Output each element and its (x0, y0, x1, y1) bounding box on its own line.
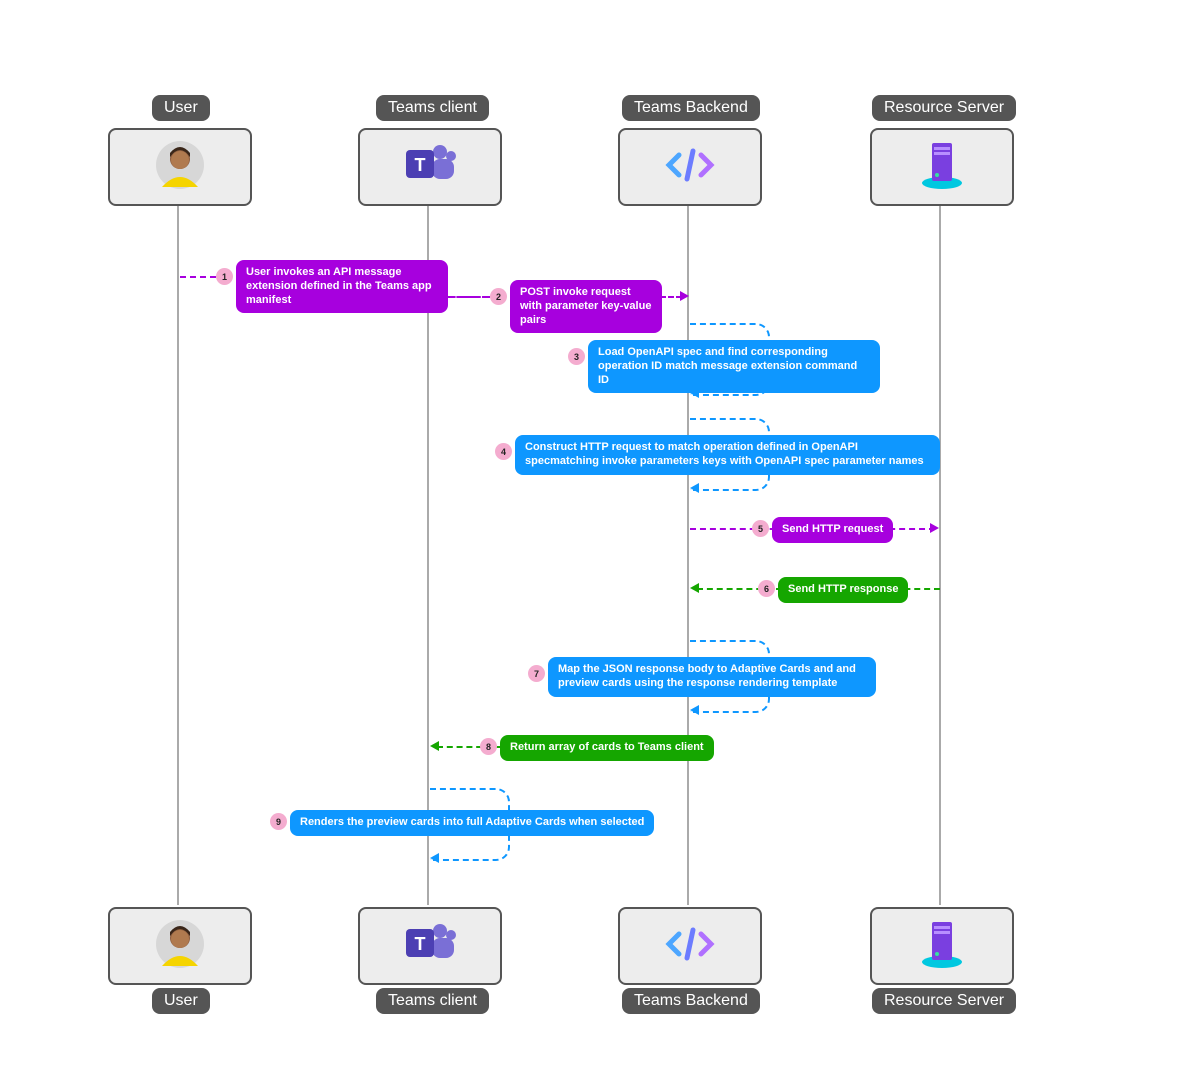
teams-icon: T (402, 919, 458, 974)
server-icon (916, 137, 968, 198)
server-icon (916, 916, 968, 977)
step-5-arrowhead (930, 523, 939, 533)
teams-icon: T (402, 140, 458, 195)
box-server-bottom (870, 907, 1014, 985)
box-client-bottom: T (358, 907, 502, 985)
user-avatar-icon (154, 139, 206, 196)
label-server-top: Resource Server (872, 95, 1016, 121)
step-2-arrowhead (680, 291, 689, 301)
lifeline-user (177, 205, 179, 905)
step-7-num: 7 (528, 665, 545, 682)
step-3-box: Load OpenAPI spec and find corresponding… (588, 340, 880, 393)
label-backend-top: Teams Backend (622, 95, 760, 121)
step-5-box: Send HTTP request (772, 517, 893, 543)
step-8-num: 8 (480, 738, 497, 755)
step-9-arrowhead (430, 853, 439, 863)
label-client-top: Teams client (376, 95, 489, 121)
step-6-num: 6 (758, 580, 775, 597)
label-client-bottom: Teams client (376, 988, 489, 1014)
step-7-box: Map the JSON response body to Adaptive C… (548, 657, 876, 697)
step-2-num: 2 (490, 288, 507, 305)
box-user-top (108, 128, 252, 206)
step-1-num: 1 (216, 268, 233, 285)
box-server-top (870, 128, 1014, 206)
label-user-bottom: User (152, 988, 210, 1014)
step-8-box: Return array of cards to Teams client (500, 735, 714, 761)
step-2-box: POST invoke request with parameter key-v… (510, 280, 662, 333)
box-client-top: T (358, 128, 502, 206)
step-1-arrow-tail (180, 276, 216, 278)
step-4-num: 4 (495, 443, 512, 460)
code-icon (665, 145, 715, 190)
user-avatar-icon (154, 918, 206, 975)
box-backend-top (618, 128, 762, 206)
svg-text:T: T (415, 155, 426, 175)
step-1-box: User invokes an API message extension de… (236, 260, 448, 313)
step-6-arrowhead (690, 583, 699, 593)
step-8-arrowhead (430, 741, 439, 751)
svg-text:T: T (415, 934, 426, 954)
step-4-arrowhead (690, 483, 699, 493)
box-user-bottom (108, 907, 252, 985)
label-backend-bottom: Teams Backend (622, 988, 760, 1014)
lifeline-backend (687, 205, 689, 905)
label-user-top: User (152, 95, 210, 121)
step-9-box: Renders the preview cards into full Adap… (290, 810, 654, 836)
step-7-arrowhead (690, 705, 699, 715)
sequence-diagram: User Teams client Teams Backend Resource… (0, 0, 1200, 1083)
step-5-num: 5 (752, 520, 769, 537)
label-server-bottom: Resource Server (872, 988, 1016, 1014)
lifeline-server (939, 205, 941, 905)
step-6-box: Send HTTP response (778, 577, 908, 603)
step-4-box: Construct HTTP request to match operatio… (515, 435, 940, 475)
step-9-num: 9 (270, 813, 287, 830)
code-icon (665, 924, 715, 969)
box-backend-bottom (618, 907, 762, 985)
step-3-num: 3 (568, 348, 585, 365)
